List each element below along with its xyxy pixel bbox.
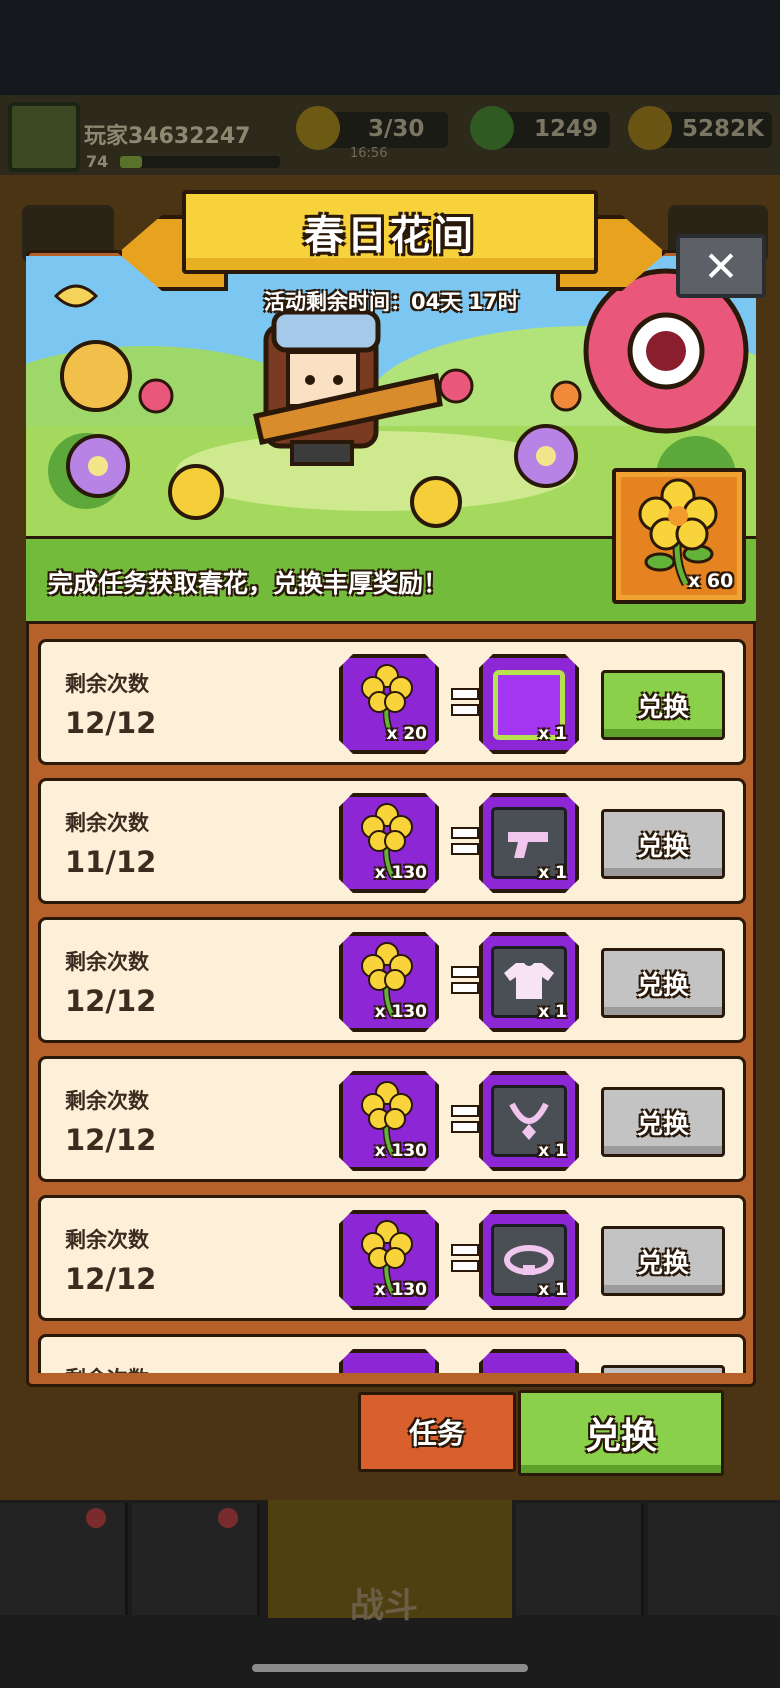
gem-value: 1249 — [534, 116, 599, 142]
home-indicator — [252, 1664, 528, 1672]
exchange-button[interactable]: 兑换 — [601, 1226, 725, 1296]
cost-quantity: x 130 — [374, 863, 427, 883]
reward-tile[interactable]: x 1 — [479, 1210, 579, 1310]
exchange-button[interactable] — [601, 1365, 725, 1373]
cost-tile: x 130 — [339, 1071, 439, 1171]
nav-shop[interactable] — [0, 1503, 128, 1615]
remaining-label: 剩余次数 — [65, 950, 149, 974]
currency-count: x 60 — [688, 570, 734, 592]
reward-tile[interactable]: x 1 — [479, 793, 579, 893]
reward-tile[interactable]: x 1 — [479, 1071, 579, 1171]
remaining-count: 12/12 — [65, 706, 157, 740]
reward-tile[interactable]: x 1 — [479, 932, 579, 1032]
dialog-title: 春日花间 — [304, 213, 476, 259]
xp-bar — [120, 156, 280, 168]
energy-value: 3/30 — [368, 116, 425, 142]
reward-quantity: x 1 — [538, 1002, 567, 1022]
tab-task[interactable]: 任务 — [358, 1392, 516, 1472]
exchange-list[interactable]: 剩余次数 12/12 x 20 x 1 兑换 剩余次数 11/12 x 130 … — [26, 627, 756, 1373]
remaining-label: 剩余次数 — [65, 1228, 149, 1252]
exchange-row: 剩余次数 12/12 x 130 x 1 兑换 — [38, 1195, 746, 1321]
exchange-row: 剩余次数 12/12 x 130 x 1 兑换 — [38, 917, 746, 1043]
remaining-count: 12/12 — [65, 1123, 157, 1157]
cost-quantity: x 20 — [386, 724, 427, 744]
player-avatar[interactable] — [8, 102, 80, 172]
energy-timer: 16:56 — [350, 146, 388, 161]
reward-tile[interactable] — [479, 1349, 579, 1373]
coin-value: 5282K — [682, 116, 764, 142]
reward-quantity: x 1 — [538, 1280, 567, 1300]
remaining-label: 剩余次数 — [65, 672, 149, 696]
exchange-row: 剩余次数 11/12 x 130 x 1 兑换 — [38, 778, 746, 904]
task-hint-text: 完成任务获取春花，兑换丰厚奖励！ — [48, 569, 449, 598]
status-area — [0, 0, 780, 95]
cost-quantity: x 130 — [374, 1002, 427, 1022]
remaining-count: 11/12 — [65, 845, 157, 879]
equals-sign — [451, 688, 479, 716]
cost-tile: x 20 — [339, 654, 439, 754]
exchange-row: 剩余次数 12/12 x 20 x 1 兑换 — [38, 639, 746, 765]
nav-battle-label: 战斗 — [350, 1586, 418, 1626]
nav-events[interactable] — [516, 1503, 644, 1615]
nav-map[interactable] — [648, 1503, 780, 1615]
equals-sign — [451, 966, 479, 994]
exchange-button[interactable]: 兑换 — [601, 809, 725, 879]
reward-quantity: x 1 — [538, 724, 567, 744]
nav-weapons[interactable] — [132, 1503, 260, 1615]
equals-sign — [451, 827, 479, 855]
exchange-button[interactable]: 兑换 — [601, 1087, 725, 1157]
reward-tile[interactable]: x 1 — [479, 654, 579, 754]
equals-sign — [451, 1244, 479, 1272]
remaining-label: 剩余次数 — [65, 1363, 149, 1373]
exchange-row: 剩余次数 12/12 x 130 x 1 兑换 — [38, 1056, 746, 1182]
reward-quantity: x 1 — [538, 863, 567, 883]
notification-badge — [86, 1508, 106, 1528]
cost-tile: x 130 — [339, 1210, 439, 1310]
remaining-count: 12/12 — [65, 1262, 157, 1296]
coin-icon — [628, 106, 672, 150]
cost-quantity: x 130 — [374, 1141, 427, 1161]
player-name: 玩家34632247 — [84, 124, 251, 149]
close-icon: ✕ — [703, 241, 739, 291]
cost-tile: x 130 — [339, 793, 439, 893]
lightning-icon — [296, 106, 340, 150]
remaining-label: 剩余次数 — [65, 1089, 149, 1113]
tab-exchange[interactable]: 兑换 — [518, 1390, 724, 1476]
equals-sign — [451, 1105, 479, 1133]
cost-tile: x 130 — [339, 932, 439, 1032]
exchange-button[interactable]: 兑换 — [601, 670, 725, 740]
event-timer: 活动剩余时间：04天 17时 — [264, 290, 519, 314]
player-level: 74 — [86, 152, 109, 171]
title-plate: 春日花间 — [182, 190, 598, 274]
cost-quantity: x 130 — [374, 1280, 427, 1300]
exchange-row: 剩余次数 — [38, 1334, 746, 1373]
xp-bar-fill — [120, 156, 143, 168]
remaining-count: 12/12 — [65, 984, 157, 1018]
remaining-label: 剩余次数 — [65, 811, 149, 835]
reward-quantity: x 1 — [538, 1141, 567, 1161]
cost-tile — [339, 1349, 439, 1373]
gem-icon — [470, 106, 514, 150]
notification-badge — [218, 1508, 238, 1528]
exchange-button[interactable]: 兑换 — [601, 948, 725, 1018]
close-button[interactable]: ✕ — [676, 234, 766, 298]
